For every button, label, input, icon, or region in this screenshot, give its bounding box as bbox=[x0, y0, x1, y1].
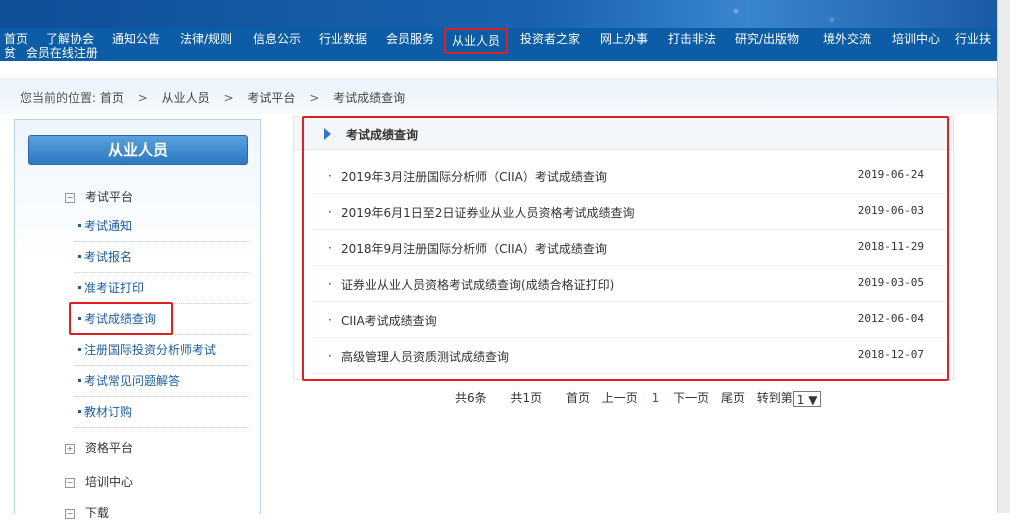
nav-research[interactable]: 研究/出版物 bbox=[735, 30, 799, 47]
pager-total: 共6条 bbox=[455, 391, 487, 405]
banner-decoration bbox=[640, 0, 960, 28]
nav-overseas[interactable]: 境外交流 bbox=[823, 30, 871, 47]
sidebar-item-label: 考试常见问题解答 bbox=[84, 374, 181, 388]
nav-poverty-cont[interactable]: 贫 bbox=[4, 46, 16, 60]
bullet-icon bbox=[78, 347, 81, 351]
sidebar-group-label: 考试平台 bbox=[85, 190, 134, 204]
sidebar-group-exam-platform[interactable]: − 考试平台 bbox=[65, 188, 133, 205]
breadcrumb-separator: > bbox=[309, 91, 320, 105]
page-select[interactable]: 1 ▼ bbox=[792, 390, 821, 407]
nav-practitioners[interactable]: 从业人员 bbox=[444, 28, 509, 54]
breadcrumb-separator: > bbox=[223, 91, 234, 105]
sidebar-group-qualification[interactable]: + 资格平台 bbox=[65, 439, 133, 456]
sidebar-item-ciia-exam[interactable]: 注册国际投资分析师考试 bbox=[75, 335, 250, 366]
pager-goto-label: 转到第 bbox=[756, 391, 793, 405]
sidebar-group-label: 下载 bbox=[85, 506, 110, 520]
nav-industry-data[interactable]: 行业数据 bbox=[319, 30, 367, 47]
nav-online-service[interactable]: 网上办事 bbox=[600, 30, 648, 47]
collapse-icon[interactable]: − bbox=[65, 508, 75, 519]
sidebar-group-training[interactable]: − 培训中心 bbox=[65, 473, 133, 490]
sidebar-item-faq[interactable]: 考试常见问题解答 bbox=[75, 366, 250, 397]
nav-member-register[interactable]: 会员在线注册 bbox=[26, 46, 98, 60]
sidebar-item-label: 教材订购 bbox=[84, 405, 133, 419]
sidebar-item-exam-notice[interactable]: 考试通知 bbox=[75, 211, 250, 242]
breadcrumb-practitioners[interactable]: 从业人员 bbox=[162, 91, 210, 105]
nav-notices[interactable]: 通知公告 bbox=[112, 30, 160, 47]
top-banner bbox=[0, 0, 997, 28]
nav-disclosure[interactable]: 信息公示 bbox=[253, 30, 301, 47]
nav-investors[interactable]: 投资者之家 bbox=[520, 30, 580, 47]
sidebar-item-textbook[interactable]: 教材订购 bbox=[75, 397, 250, 428]
breadcrumb-prefix: 您当前的位置: bbox=[20, 91, 97, 105]
sidebar-item-label: 考试报名 bbox=[84, 250, 133, 264]
bullet-icon bbox=[78, 223, 81, 227]
sidebar-item-label: 注册国际投资分析师考试 bbox=[84, 343, 217, 357]
breadcrumb: 您当前的位置: 首页 > 从业人员 > 考试平台 > 考试成绩查询 bbox=[20, 89, 405, 106]
bullet-icon bbox=[78, 378, 81, 382]
pager-prev[interactable]: 上一页 bbox=[602, 389, 638, 406]
nav-laws[interactable]: 法律/规则 bbox=[180, 30, 232, 47]
nav-poverty[interactable]: 行业扶 bbox=[955, 30, 991, 47]
nav-line2: 贫 会员在线注册 bbox=[4, 44, 104, 61]
pager-current: 1 bbox=[651, 391, 660, 405]
sidebar-group-label: 培训中心 bbox=[85, 475, 134, 489]
bullet-icon bbox=[78, 409, 81, 413]
main-nav: 首页 了解协会 通知公告 法律/规则 信息公示 行业数据 会员服务 从业人员 投… bbox=[0, 28, 997, 61]
bullet-icon bbox=[78, 285, 81, 289]
sidebar-item-exam-register[interactable]: 考试报名 bbox=[75, 242, 250, 273]
sidebar-item-label: 考试通知 bbox=[84, 219, 133, 233]
sidebar-item-admission-print[interactable]: 准考证打印 bbox=[75, 273, 250, 304]
collapse-icon[interactable]: − bbox=[65, 192, 75, 203]
highlight-frame bbox=[302, 116, 949, 381]
sidebar-group-label: 资格平台 bbox=[85, 441, 134, 455]
sidebar: 从业人员 − 考试平台 考试通知 考试报名 准考证打印 考试成绩查询 注册国际投资… bbox=[14, 119, 261, 520]
nav-anti-illegal[interactable]: 打击非法 bbox=[668, 30, 716, 47]
nav-training[interactable]: 培训中心 bbox=[892, 30, 940, 47]
bullet-icon bbox=[78, 254, 81, 258]
sidebar-title: 从业人员 bbox=[28, 135, 248, 165]
expand-icon[interactable]: + bbox=[65, 443, 75, 454]
sidebar-item-label: 准考证打印 bbox=[84, 281, 145, 295]
pagination: 共6条 共1页 首页 上一页 1 下一页 尾页 转到第 1 ▼ bbox=[455, 389, 821, 407]
breadcrumb-separator: > bbox=[137, 91, 148, 105]
highlight-frame bbox=[69, 302, 173, 335]
pager-last[interactable]: 尾页 bbox=[721, 389, 745, 406]
breadcrumb-exam-platform[interactable]: 考试平台 bbox=[247, 91, 295, 105]
pager-next[interactable]: 下一页 bbox=[673, 389, 709, 406]
scrollbar[interactable] bbox=[997, 0, 1010, 513]
breadcrumb-home[interactable]: 首页 bbox=[100, 91, 124, 105]
nav-member-service[interactable]: 会员服务 bbox=[386, 30, 434, 47]
pager-pages: 共1页 bbox=[510, 391, 543, 405]
pager-first[interactable]: 首页 bbox=[566, 389, 590, 406]
breadcrumb-current: 考试成绩查询 bbox=[333, 91, 406, 105]
collapse-icon[interactable]: − bbox=[65, 477, 75, 488]
